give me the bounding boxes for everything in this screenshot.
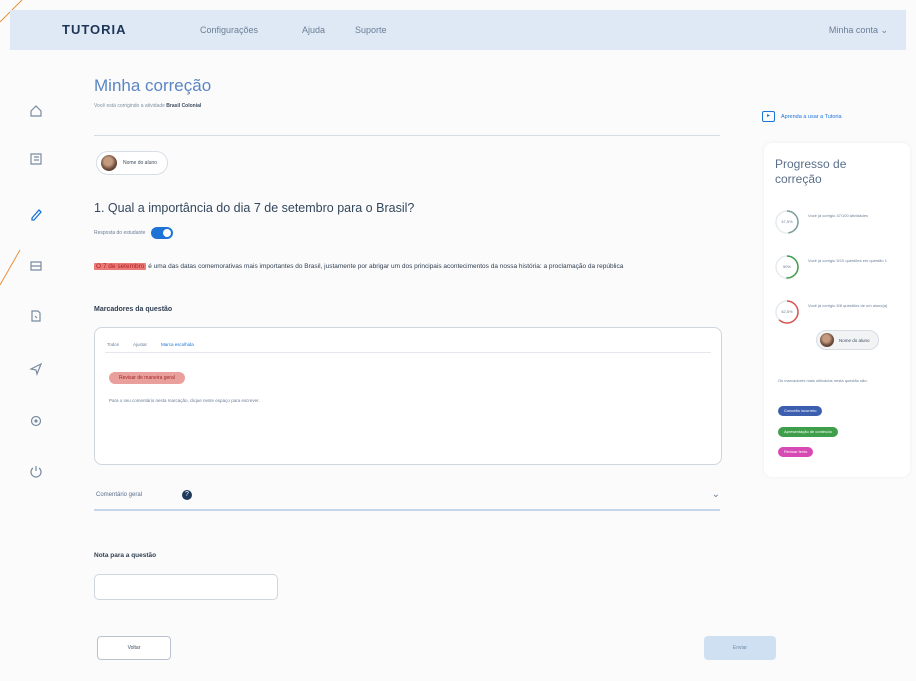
title-divider [94, 135, 720, 136]
answer-toggle[interactable] [151, 227, 174, 239]
page-subtitle: Você está corrigindo a atividade Brasil … [94, 103, 201, 109]
pen-icon [31, 209, 42, 221]
markers-legend-text: Os marcadores mais utilizados nesta ques… [778, 378, 868, 383]
grade-input[interactable] [94, 574, 278, 600]
student-chip[interactable]: Nome do aluno [96, 151, 168, 175]
top-bar: TUTORIA Configurações Ajuda Suporte Minh… [10, 10, 906, 50]
progress-percent: 47,5% [781, 219, 793, 224]
user-menu[interactable]: Minha conta ⌄ [829, 25, 888, 36]
marker-pill-apresentacao[interactable]: Apresentação de conteúdo [778, 427, 838, 437]
progress-percent: 50% [782, 264, 791, 269]
student-name: Nome do aluno [123, 160, 157, 166]
sidebar-item-settings[interactable] [22, 410, 50, 432]
avatar [101, 155, 117, 171]
student-answer: O 7 de setembro é uma das datas comemora… [94, 261, 684, 273]
progress-text: Você já corrigiu 5/10 questões em questã… [808, 258, 887, 263]
power-icon [30, 466, 42, 478]
page-title: Minha correção [94, 76, 212, 95]
home-icon [30, 105, 42, 117]
sidebar-item-grid[interactable] [22, 255, 50, 277]
send-button[interactable]: Enviar [704, 636, 776, 660]
general-comment-accordion[interactable]: Comentário geral ? ⌄ [94, 489, 720, 505]
send-icon [29, 362, 43, 376]
toggle-label: Resposta do estudante [94, 230, 146, 236]
activity-name: Brasil Colonial [166, 103, 202, 109]
comment-divider [94, 509, 720, 511]
sidebar-item-home[interactable] [22, 100, 50, 122]
marker-pill-revisar[interactable]: Revisar texto [778, 447, 814, 457]
grade-label: Nota para a questão [94, 552, 157, 559]
general-comment-label: Comentário geral [96, 492, 143, 498]
learn-link-label: Aprenda a usar a Tutoria [781, 113, 842, 120]
play-icon: ▸ [762, 111, 775, 122]
marker-comment-placeholder[interactable]: Para o seu comentário nesta marcação, cl… [109, 398, 260, 403]
list-icon [30, 153, 42, 165]
answer-text: é uma das datas comemorativas mais impor… [146, 263, 624, 270]
answer-toggle-row: Resposta do estudante [94, 227, 174, 239]
grid-icon [30, 261, 42, 271]
marker-pill-conceito[interactable]: Conceito incorreto [778, 406, 823, 416]
question-title: 1. Qual a importância do dia 7 de setemb… [94, 201, 415, 215]
settings-icon [30, 415, 42, 427]
progress-text: Você já corrigiu 5/8 questões de um alun… [808, 303, 888, 308]
progress-stat-2: 50% Você já corrigiu 5/10 questões em qu… [774, 254, 904, 284]
chevron-down-icon[interactable]: ⌄ [712, 489, 720, 500]
progress-title: Progresso de correção [775, 157, 847, 186]
progress-student-chip[interactable]: Nome do aluno [816, 330, 879, 350]
avatar [820, 333, 834, 347]
back-button[interactable]: Voltar [97, 636, 171, 660]
nav-configuracoes[interactable]: Configurações [200, 25, 258, 35]
subtitle-prefix: Você está corrigindo a atividade [94, 103, 165, 109]
progress-student-name: Nome do aluno [839, 337, 870, 343]
markers-panel: Todos Ajustar Marca escolhida Revisar de… [94, 327, 722, 465]
nav-suporte[interactable]: Suporte [355, 25, 387, 35]
tab-ajustar[interactable]: Ajustar [133, 342, 147, 347]
marker-tabs: Todos Ajustar Marca escolhida [107, 342, 194, 347]
sidebar-item-list[interactable] [22, 148, 50, 170]
tab-todos[interactable]: Todos [107, 342, 119, 347]
nav-ajuda[interactable]: Ajuda [302, 25, 325, 35]
marker-tag[interactable]: Revisar de maneira geral [109, 372, 185, 384]
sidebar-item-send[interactable] [22, 358, 50, 380]
learn-tutoria-link[interactable]: ▸ Aprenda a usar a Tutoria [762, 111, 842, 122]
app-logo[interactable]: TUTORIA [62, 22, 127, 37]
sidebar-item-power[interactable] [22, 460, 50, 482]
progress-text: Você já corrigiu 47/100 atividades [808, 213, 868, 218]
progress-stat-3: 62,5% Você já corrigiu 5/8 questões de u… [774, 299, 904, 329]
sidebar-item-correcao[interactable] [22, 203, 50, 225]
answer-highlight[interactable]: O 7 de setembro [94, 263, 147, 270]
markers-title: Marcadores da questão [94, 306, 173, 313]
tabs-divider [105, 352, 711, 353]
help-icon[interactable]: ? [182, 490, 192, 500]
tab-marca-escolhida[interactable]: Marca escolhida [161, 342, 194, 347]
progress-percent: 62,5% [781, 309, 793, 314]
sidebar-item-document[interactable] [22, 305, 50, 327]
document-icon [31, 310, 41, 322]
progress-stat-1: 47,5% Você já corrigiu 47/100 atividades [774, 209, 904, 239]
